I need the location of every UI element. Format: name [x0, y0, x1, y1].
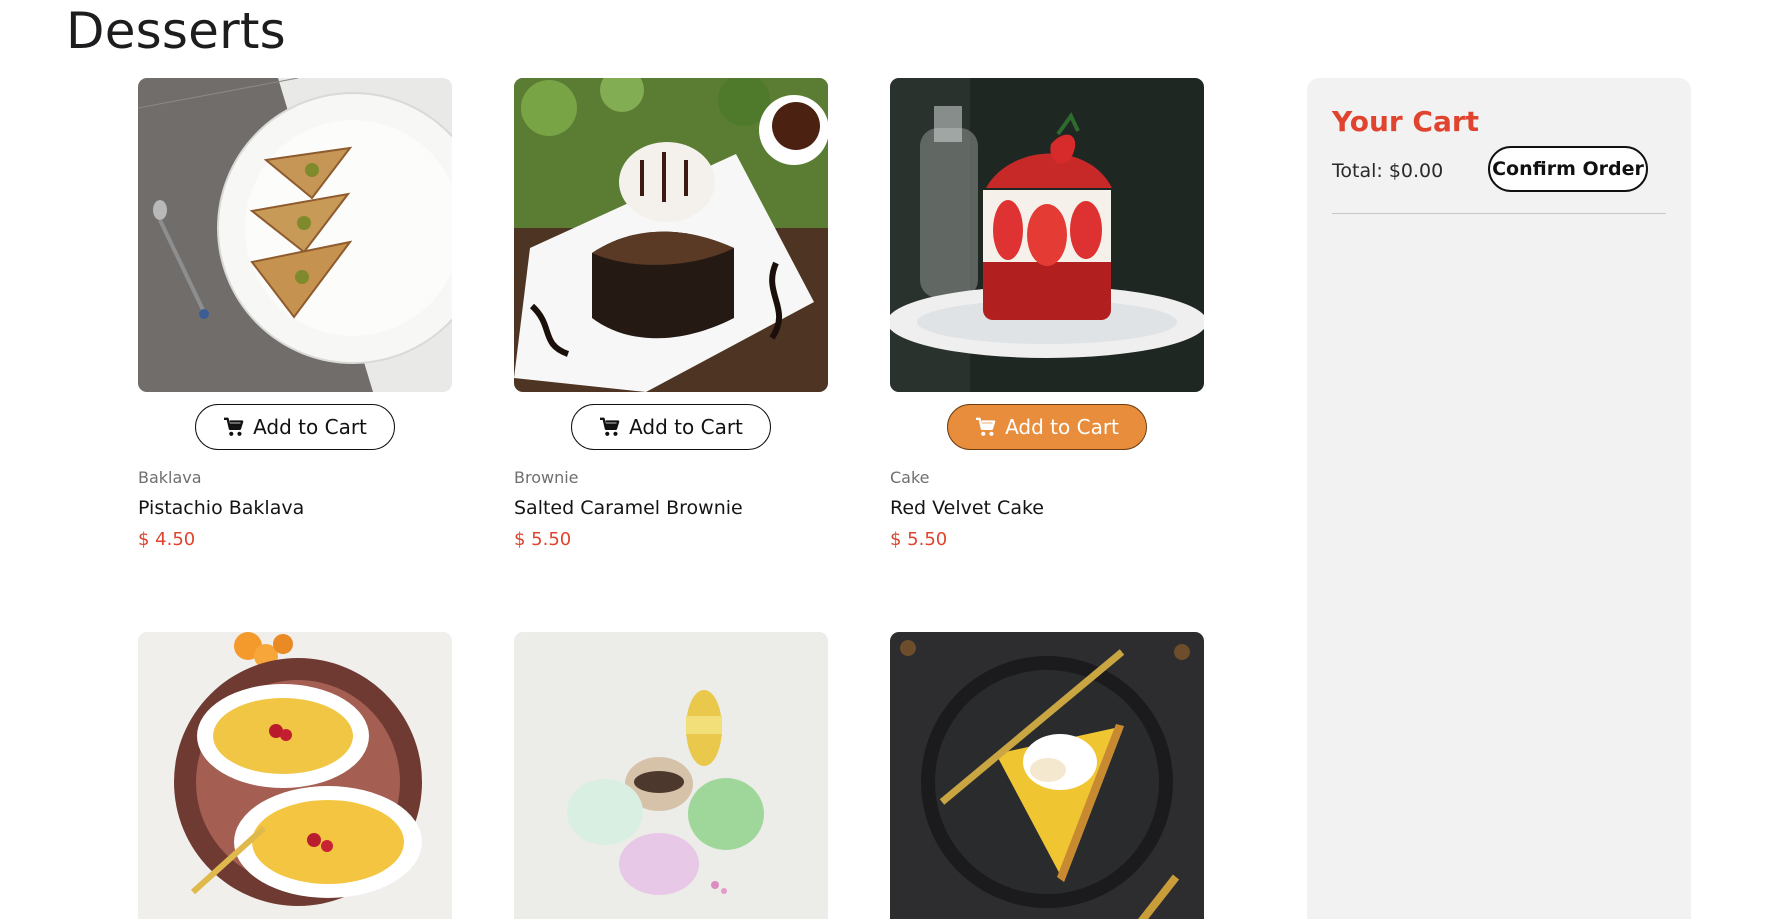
baklava-image: [138, 78, 452, 392]
creme-brulee-image: [138, 632, 452, 919]
cart-panel: Your Cart Total: $0.00 Confirm Order: [1307, 78, 1691, 919]
cart-total: Total: $0.00: [1332, 160, 1444, 182]
add-to-cart-button[interactable]: Add to Cart: [195, 404, 395, 450]
product-category: Baklava: [138, 468, 202, 487]
cart-divider: [1332, 213, 1666, 214]
product-card-macarons: [514, 632, 828, 919]
add-to-cart-label: Add to Cart: [253, 415, 367, 439]
product-card-brownie: Add to Cart Brownie Salted Caramel Brown…: [514, 78, 828, 550]
red-velvet-cake-image: [890, 78, 1204, 392]
product-name: Salted Caramel Brownie: [514, 497, 743, 519]
product-card-baklava: Add to Cart Baklava Pistachio Baklava $ …: [138, 78, 452, 550]
product-card-cake: Add to Cart Cake Red Velvet Cake $ 5.50: [890, 78, 1204, 550]
pie-slice-image: [890, 632, 1204, 919]
product-grid: Add to Cart Baklava Pistachio Baklava $ …: [138, 78, 1204, 919]
product-category: Brownie: [514, 468, 579, 487]
product-category: Cake: [890, 468, 930, 487]
product-name: Red Velvet Cake: [890, 497, 1044, 519]
shopping-cart-icon: [600, 417, 620, 436]
product-name: Pistachio Baklava: [138, 497, 305, 519]
brownie-image: [514, 78, 828, 392]
product-card-pie: [890, 632, 1204, 919]
add-to-cart-button-active[interactable]: Add to Cart: [947, 404, 1147, 450]
confirm-order-button[interactable]: Confirm Order: [1488, 146, 1648, 192]
product-card-creme-brulee: [138, 632, 452, 919]
page-title: Desserts: [66, 2, 286, 60]
cart-title: Your Cart: [1332, 105, 1480, 138]
add-to-cart-label: Add to Cart: [1005, 415, 1119, 439]
macarons-image: [514, 632, 828, 919]
product-price: $ 4.50: [138, 529, 196, 550]
add-to-cart-label: Add to Cart: [629, 415, 743, 439]
product-price: $ 5.50: [890, 529, 948, 550]
add-to-cart-button[interactable]: Add to Cart: [571, 404, 771, 450]
product-price: $ 5.50: [514, 529, 572, 550]
shopping-cart-icon: [976, 417, 996, 436]
shopping-cart-icon: [224, 417, 244, 436]
